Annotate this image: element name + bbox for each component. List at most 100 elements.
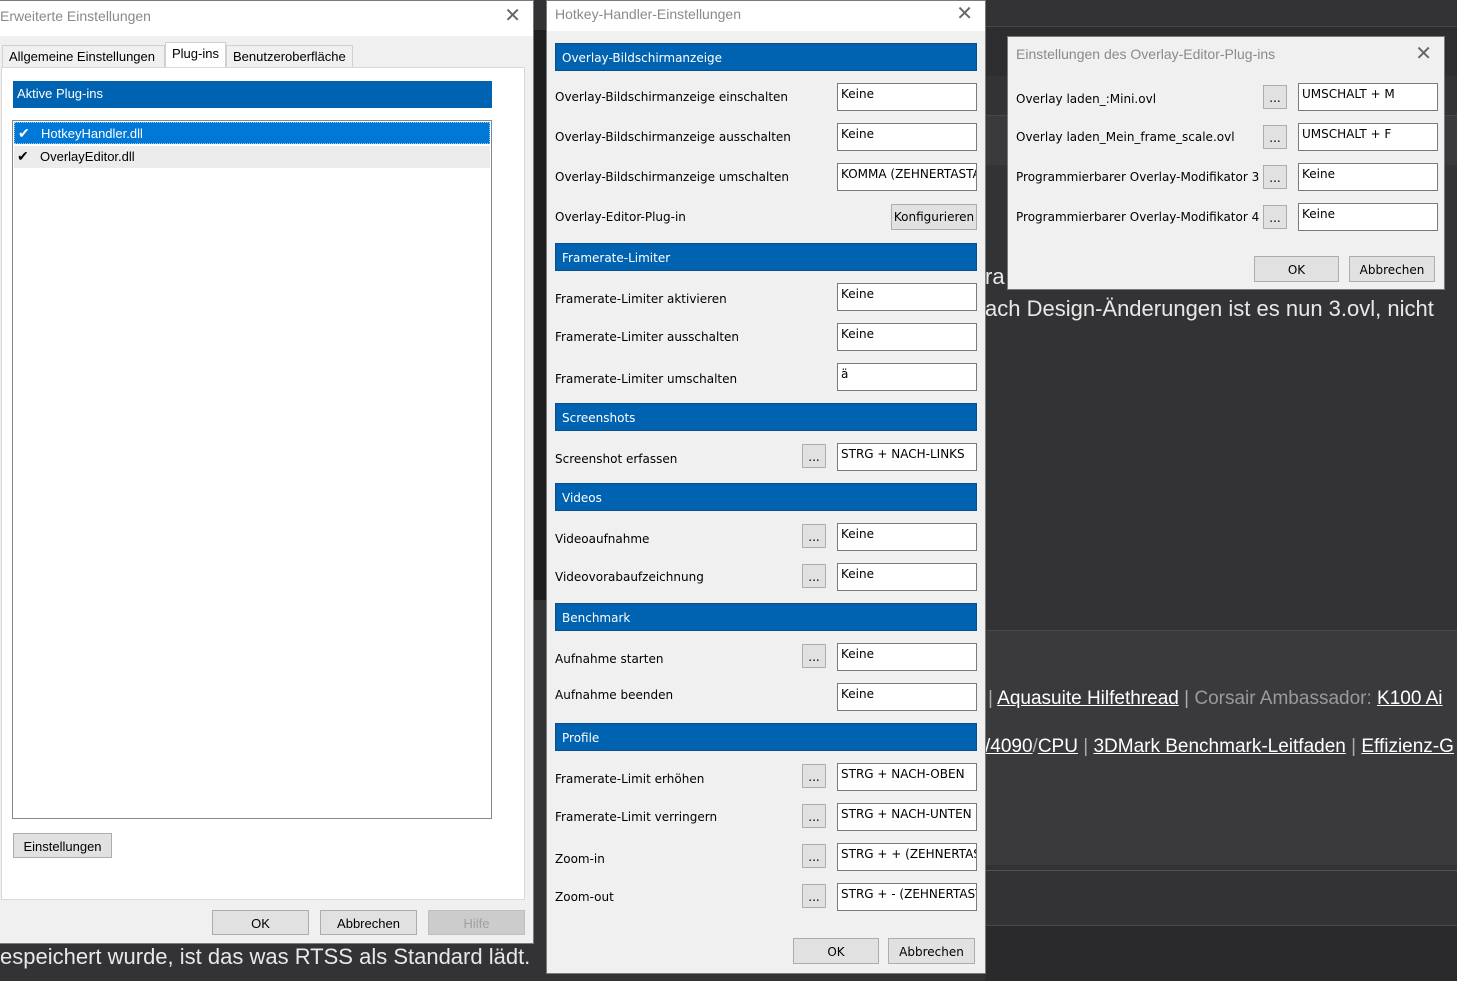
hotkey-field-overlay-2[interactable]: UMSCHALT + F	[1298, 123, 1438, 151]
hotkey-field-screenshot[interactable]: STRG + NACH-LINKS	[837, 443, 977, 471]
section-framerate: Framerate-Limiter	[555, 243, 977, 271]
titlebar: Erweiterte Einstellungen ✕	[0, 1, 533, 36]
row-label: Overlay laden_:Mini.ovl	[1016, 92, 1157, 106]
checkbox-check-icon[interactable]: ✔	[18, 125, 30, 142]
hotkey-field-fl-on[interactable]: Keine	[837, 283, 977, 311]
browse-button[interactable]: ...	[1263, 85, 1287, 109]
link-cpu[interactable]: CPU	[1038, 736, 1078, 757]
browse-button[interactable]: ...	[802, 804, 826, 828]
browse-button[interactable]: ...	[802, 764, 826, 788]
checkbox-check-icon[interactable]: ✔	[17, 148, 29, 165]
close-icon[interactable]: ✕	[1415, 41, 1432, 66]
ok-button[interactable]: OK	[1254, 256, 1339, 282]
hotkey-field-zoom-in[interactable]: STRG + + (ZEHNERTASTATUR)	[837, 843, 977, 871]
hotkey-field-osd-toggle[interactable]: KOMMA (ZEHNERTASTATUR)	[837, 163, 977, 191]
section-overlay: Overlay-Bildschirmanzeige	[555, 43, 977, 71]
link-aquasuite[interactable]: Aquasuite Hilfethread	[997, 688, 1179, 709]
bg-signature-links-2: /4090/CPU | 3DMark Benchmark-Leitfaden |…	[985, 736, 1454, 757]
row-label: Framerate-Limit erhöhen	[555, 772, 705, 786]
row-label: Videovorabaufzeichnung	[555, 570, 704, 584]
hotkey-field-fl-toggle[interactable]: ä	[837, 363, 977, 391]
link-4090[interactable]: /4090	[985, 736, 1033, 757]
hotkey-field-zoom-out[interactable]: STRG + - (ZEHNERTASTATUR)	[837, 883, 977, 911]
tab-ui[interactable]: Benutzeroberfläche	[226, 45, 353, 67]
cancel-button[interactable]: Abbrechen	[320, 910, 417, 935]
hotkey-field-fl-down[interactable]: STRG + NACH-UNTEN	[837, 803, 977, 831]
hotkey-field-bench-stop[interactable]: Keine	[837, 683, 977, 711]
section-benchmark: Benchmark	[555, 603, 977, 631]
browse-button[interactable]: ...	[1263, 205, 1287, 229]
row-label: Zoom-in	[555, 852, 605, 866]
hotkey-field-modifier-4[interactable]: Keine	[1298, 203, 1438, 231]
browse-button[interactable]: ...	[802, 884, 826, 908]
row-label: Framerate-Limiter ausschalten	[555, 330, 740, 344]
bg-signature-links-1: | Aquasuite Hilfethread | Corsair Ambass…	[988, 688, 1443, 709]
list-item[interactable]: ✔ OverlayEditor.dll	[14, 146, 490, 168]
settings-button[interactable]: Einstellungen	[13, 833, 112, 858]
row-label: Overlay laden_Mein_frame_scale.ovl	[1016, 130, 1235, 144]
row-label: Overlay-Bildschirmanzeige einschalten	[555, 90, 789, 104]
ok-button[interactable]: OK	[212, 910, 309, 935]
ok-button[interactable]: OK	[793, 938, 879, 964]
plugin-list[interactable]: ✔ HotkeyHandler.dll ✔ OverlayEditor.dll	[12, 120, 492, 819]
tab-general[interactable]: Allgemeine Einstellungen	[2, 45, 165, 67]
plugin-name: HotkeyHandler.dll	[41, 126, 143, 141]
hotkey-handler-window: Hotkey-Handler-Einstellungen ✕ Overlay-B…	[546, 0, 986, 974]
close-icon[interactable]: ✕	[956, 1, 973, 26]
browse-button[interactable]: ...	[1263, 165, 1287, 189]
hotkey-field-osd-off[interactable]: Keine	[837, 123, 977, 151]
hotkey-field-overlay-1[interactable]: UMSCHALT + M	[1298, 83, 1438, 111]
overlay-editor-settings-window: Einstellungen des Overlay-Editor-Plug-in…	[1007, 36, 1445, 290]
bg-band	[985, 925, 1457, 981]
cancel-button[interactable]: Abbrechen	[1349, 256, 1435, 282]
browse-button[interactable]: ...	[802, 844, 826, 868]
tab-plugins[interactable]: Plug-ins	[165, 42, 226, 68]
row-label: Programmierbarer Overlay-Modifikator 3	[1016, 170, 1260, 184]
browse-button[interactable]: ...	[802, 564, 826, 588]
hotkey-field-prerecord[interactable]: Keine	[837, 563, 977, 591]
row-label: Overlay-Editor-Plug-in	[555, 210, 686, 224]
hotkey-field-video[interactable]: Keine	[837, 523, 977, 551]
row-label: Overlay-Bildschirmanzeige umschalten	[555, 170, 789, 184]
row-label: Framerate-Limiter umschalten	[555, 372, 738, 386]
section-profile: Profile	[555, 723, 977, 751]
window-title: Hotkey-Handler-Einstellungen	[555, 6, 741, 22]
window-title: Einstellungen des Overlay-Editor-Plug-in…	[1016, 46, 1276, 62]
row-label: Overlay-Bildschirmanzeige ausschalten	[555, 130, 791, 144]
row-label: Framerate-Limiter aktivieren	[555, 292, 727, 306]
hotkey-field-osd-on[interactable]: Keine	[837, 83, 977, 111]
plugin-name: OverlayEditor.dll	[40, 149, 135, 164]
bg-post-text: ach Design-Änderungen ist es nun 3.ovl, …	[985, 296, 1434, 321]
section-screenshots: Screenshots	[555, 403, 977, 431]
browse-button[interactable]: ...	[802, 524, 826, 548]
bg-bottom-text: espeichert wurde, ist das was RTSS als S…	[0, 944, 531, 969]
active-plugins-header: Aktive Plug-ins	[13, 81, 492, 108]
configure-button[interactable]: Konfigurieren	[891, 204, 977, 230]
help-button: Hilfe	[428, 910, 525, 935]
window-title: Erweiterte Einstellungen	[0, 8, 151, 24]
row-label: Videoaufnahme	[555, 532, 650, 546]
section-videos: Videos	[555, 483, 977, 511]
link-effizienz[interactable]: Effizienz-G	[1361, 736, 1454, 757]
browse-button[interactable]: ...	[1263, 125, 1287, 149]
bg-band	[985, 870, 1457, 925]
titlebar: Hotkey-Handler-Einstellungen ✕	[547, 1, 985, 31]
hotkey-field-bench-start[interactable]: Keine	[837, 643, 977, 671]
link-k100[interactable]: K100 Ai	[1377, 688, 1443, 709]
advanced-settings-window: Erweiterte Einstellungen ✕ Allgemeine Ei…	[0, 0, 534, 944]
row-label: Screenshot erfassen	[555, 452, 678, 466]
bg-text-fragment: ra	[985, 264, 1005, 289]
list-item[interactable]: ✔ HotkeyHandler.dll	[14, 122, 490, 144]
titlebar: Einstellungen des Overlay-Editor-Plug-in…	[1008, 37, 1444, 71]
hotkey-field-modifier-3[interactable]: Keine	[1298, 163, 1438, 191]
cancel-button[interactable]: Abbrechen	[888, 938, 975, 964]
row-label: Programmierbarer Overlay-Modifikator 4	[1016, 210, 1260, 224]
close-icon[interactable]: ✕	[504, 3, 521, 28]
browse-button[interactable]: ...	[802, 644, 826, 668]
row-label: Aufnahme beenden	[555, 688, 674, 702]
link-3dmark[interactable]: 3DMark Benchmark-Leitfaden	[1093, 736, 1345, 757]
hotkey-field-fl-off[interactable]: Keine	[837, 323, 977, 351]
hotkey-field-fl-up[interactable]: STRG + NACH-OBEN	[837, 763, 977, 791]
row-label: Framerate-Limit verringern	[555, 810, 718, 824]
browse-button[interactable]: ...	[802, 444, 826, 468]
